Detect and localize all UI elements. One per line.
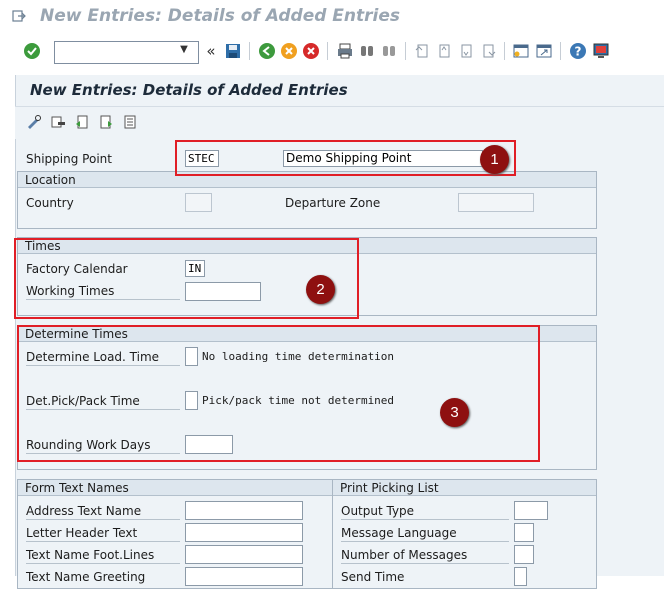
number-of-messages-label: Number of Messages xyxy=(341,548,509,564)
previous-page-icon[interactable] xyxy=(435,42,453,60)
find-next-icon[interactable] xyxy=(380,42,398,60)
letter-header-text-field[interactable] xyxy=(185,523,303,542)
address-text-name-label: Address Text Name xyxy=(26,504,180,520)
highlight-box-2 xyxy=(14,238,359,319)
shortcut-icon[interactable] xyxy=(535,42,553,60)
highlight-box-3 xyxy=(17,325,540,462)
greeting-text-name-field[interactable] xyxy=(185,567,303,586)
customize-layout-icon[interactable] xyxy=(592,42,610,60)
back-icon[interactable] xyxy=(258,42,276,60)
departure-zone-field[interactable] xyxy=(458,193,534,212)
last-page-icon[interactable] xyxy=(479,42,497,60)
address-text-name-field[interactable] xyxy=(185,501,303,520)
screen-title: New Entries: Details of Added Entries xyxy=(30,81,348,99)
form-text-names-group-title: Form Text Names xyxy=(18,480,332,496)
delete-icon[interactable] xyxy=(50,114,66,130)
find-icon[interactable] xyxy=(358,42,376,60)
print-icon[interactable] xyxy=(336,42,354,60)
message-language-field[interactable] xyxy=(514,523,534,542)
greeting-text-name-label: Text Name Greeting xyxy=(26,570,146,584)
exit-icon[interactable] xyxy=(12,10,26,22)
send-time-field[interactable] xyxy=(514,567,527,586)
highlight-box-1 xyxy=(175,140,516,176)
output-type-field[interactable] xyxy=(514,501,548,520)
footer-text-name-field[interactable] xyxy=(185,545,303,564)
undo-change-icon[interactable] xyxy=(74,114,90,130)
window-title: New Entries: Details of Added Entries xyxy=(40,6,401,26)
save-icon[interactable] xyxy=(224,42,242,60)
print-picking-list-group-title: Print Picking List xyxy=(333,480,596,496)
cancel-icon[interactable] xyxy=(302,42,320,60)
exit-session-icon[interactable] xyxy=(280,42,298,60)
annotation-badge-1: 1 xyxy=(480,145,509,174)
change-display-icon[interactable] xyxy=(26,114,42,130)
send-time-label: Send Time xyxy=(341,570,405,584)
help-icon[interactable]: ? xyxy=(569,42,587,60)
annotation-badge-3: 3 xyxy=(440,398,469,427)
enter-icon[interactable] xyxy=(23,42,41,60)
footer-text-name-label: Text Name Foot.Lines xyxy=(26,548,180,564)
svg-text:?: ? xyxy=(575,45,582,59)
new-session-icon[interactable] xyxy=(512,42,530,60)
country-field[interactable] xyxy=(185,193,212,212)
departure-zone-label: Departure Zone xyxy=(285,196,381,210)
next-page-icon[interactable] xyxy=(457,42,475,60)
number-of-messages-field[interactable] xyxy=(514,545,534,564)
copy-icon[interactable] xyxy=(98,114,114,130)
annotation-badge-2: 2 xyxy=(306,275,335,304)
message-language-label: Message Language xyxy=(341,526,509,542)
chevron-down-icon[interactable]: ▼ xyxy=(178,43,190,57)
first-page-icon[interactable] xyxy=(413,42,431,60)
shipping-point-label: Shipping Point xyxy=(26,152,112,166)
output-type-label: Output Type xyxy=(341,504,509,520)
country-label: Country xyxy=(26,196,74,210)
history-icon[interactable]: « xyxy=(202,42,220,60)
letter-header-text-label: Letter Header Text xyxy=(26,526,180,542)
select-all-icon[interactable] xyxy=(122,114,138,130)
